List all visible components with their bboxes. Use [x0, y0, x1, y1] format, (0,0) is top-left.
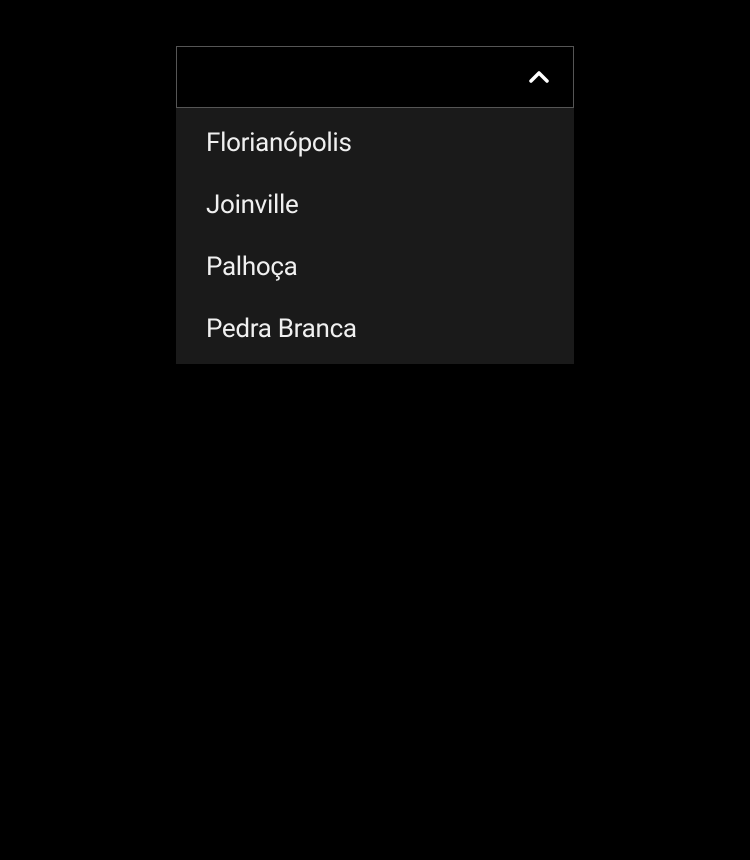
dropdown-option-palhoca[interactable]: Palhoça: [176, 236, 574, 298]
dropdown-list: Florianópolis Joinville Palhoça Pedra Br…: [176, 108, 574, 364]
dropdown-container: Florianópolis Joinville Palhoça Pedra Br…: [176, 46, 574, 364]
chevron-up-icon: [529, 71, 549, 83]
dropdown-option-pedra-branca[interactable]: Pedra Branca: [176, 298, 574, 364]
dropdown-trigger[interactable]: [176, 46, 574, 108]
dropdown-option-joinville[interactable]: Joinville: [176, 174, 574, 236]
dropdown-option-florianopolis[interactable]: Florianópolis: [176, 108, 574, 174]
